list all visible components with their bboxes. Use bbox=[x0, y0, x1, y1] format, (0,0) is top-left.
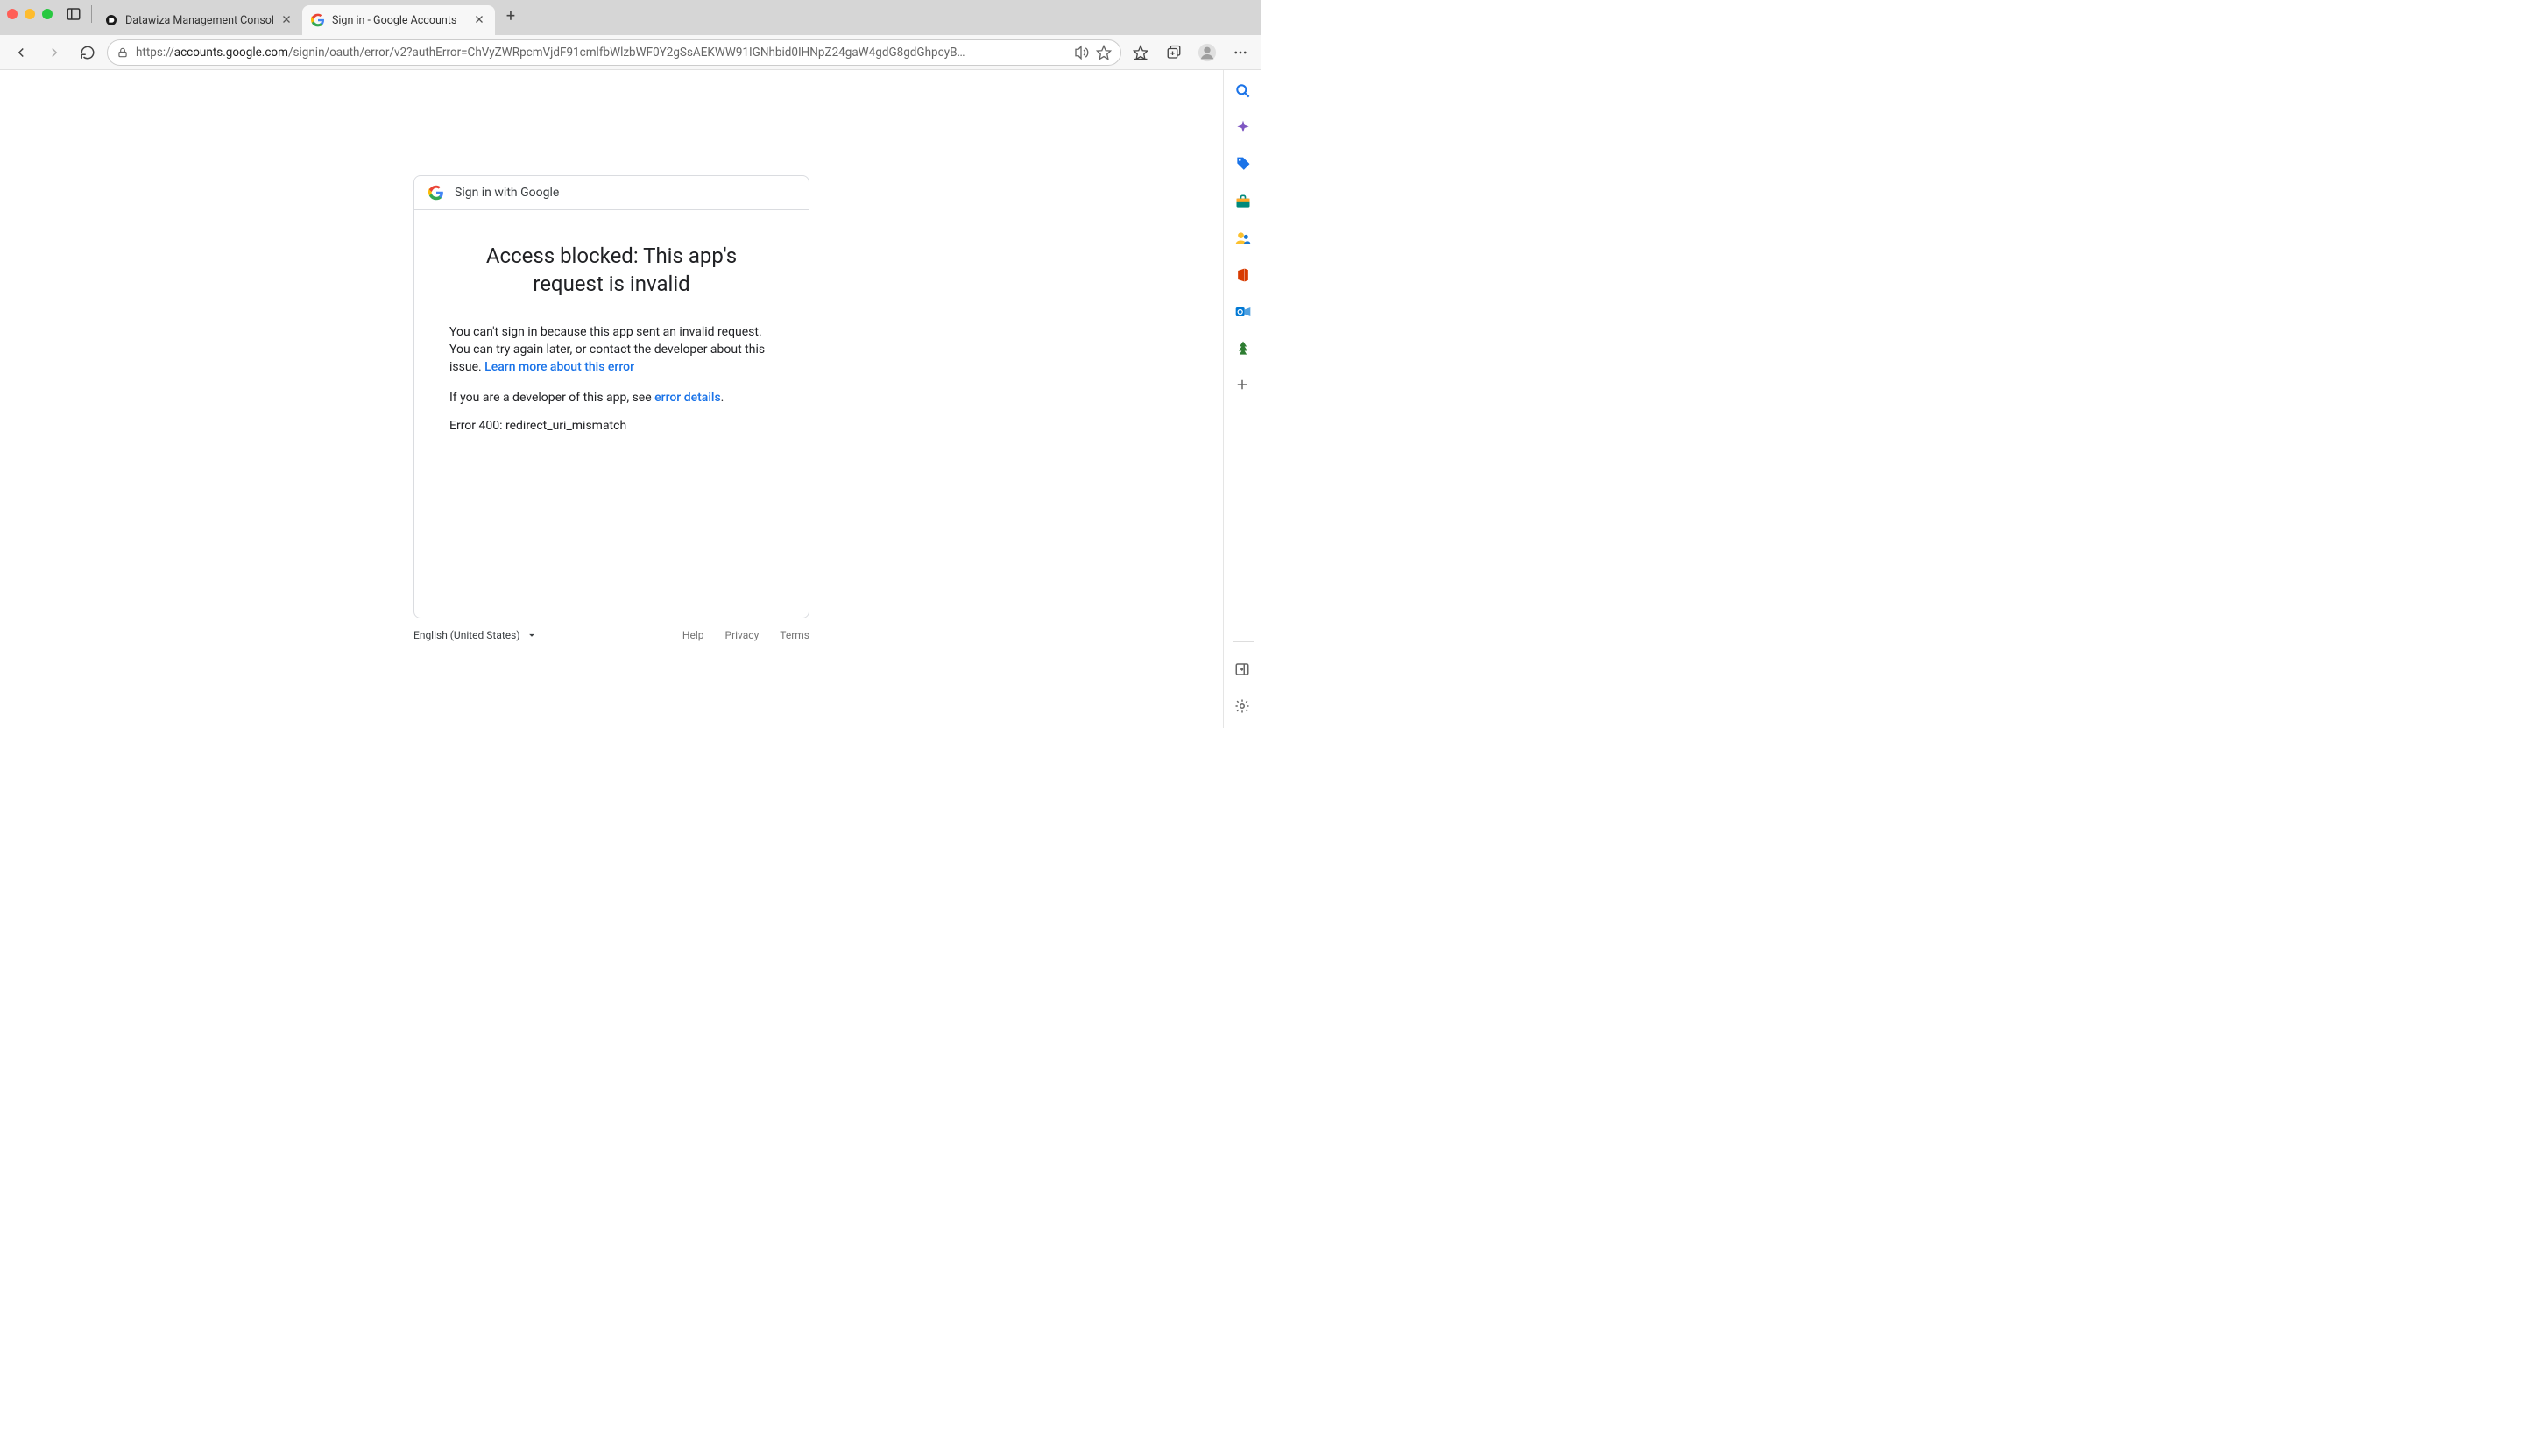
card-paragraph-1: You can't sign in because this app sent … bbox=[449, 323, 774, 377]
briefcase-icon[interactable] bbox=[1234, 193, 1252, 210]
minimize-window-button[interactable] bbox=[25, 9, 35, 19]
error-code: Error 400: redirect_uri_mismatch bbox=[449, 419, 774, 433]
google-signin-card: Sign in with Google Access blocked: This… bbox=[413, 175, 809, 618]
browser-right-sidebar bbox=[1223, 70, 1262, 728]
shopping-tag-icon[interactable] bbox=[1234, 156, 1252, 173]
tab-title: Sign in - Google Accounts bbox=[332, 14, 467, 27]
card-p2-text: If you are a developer of this app, see bbox=[449, 391, 654, 405]
tab-favicon-icon bbox=[311, 13, 325, 27]
card-header: Sign in with Google bbox=[414, 176, 809, 210]
address-bar[interactable]: https://accounts.google.com/signin/oauth… bbox=[107, 39, 1121, 66]
tab-datawiza[interactable]: Datawiza Management Consol bbox=[95, 5, 302, 35]
back-button[interactable] bbox=[7, 39, 35, 67]
page-content: Sign in with Google Access blocked: This… bbox=[0, 70, 1223, 728]
read-aloud-icon[interactable] bbox=[1073, 45, 1089, 60]
settings-gear-icon[interactable] bbox=[1234, 698, 1252, 716]
google-logo-icon bbox=[428, 185, 444, 201]
url-text: https://accounts.google.com/signin/oauth… bbox=[136, 46, 1066, 60]
lock-icon bbox=[117, 46, 129, 59]
collapse-sidebar-icon[interactable] bbox=[1234, 661, 1252, 679]
tree-icon[interactable] bbox=[1234, 340, 1252, 357]
office-icon[interactable] bbox=[1234, 266, 1252, 284]
new-tab-button[interactable]: + bbox=[498, 4, 523, 29]
collections-button[interactable] bbox=[1160, 39, 1188, 67]
language-selector[interactable]: English (United States) bbox=[413, 629, 538, 641]
close-tab-icon[interactable] bbox=[474, 14, 486, 26]
close-tab-icon[interactable] bbox=[281, 14, 293, 26]
more-menu-button[interactable] bbox=[1226, 39, 1254, 67]
language-label: English (United States) bbox=[413, 629, 520, 641]
profile-avatar-button[interactable] bbox=[1193, 39, 1221, 67]
tab-google-signin[interactable]: Sign in - Google Accounts bbox=[302, 5, 495, 35]
browser-tab-strip: Datawiza Management Consol Sign in - Goo… bbox=[0, 0, 1262, 35]
tabs: Datawiza Management Consol Sign in - Goo… bbox=[95, 0, 523, 35]
search-icon[interactable] bbox=[1234, 82, 1252, 100]
favorites-button[interactable] bbox=[1127, 39, 1155, 67]
terms-link[interactable]: Terms bbox=[780, 629, 809, 641]
card-p2-after: . bbox=[721, 391, 724, 405]
divider bbox=[91, 5, 92, 23]
window-controls bbox=[7, 9, 53, 19]
outlook-icon[interactable] bbox=[1234, 303, 1252, 321]
close-window-button[interactable] bbox=[7, 9, 18, 19]
divider bbox=[1233, 641, 1254, 642]
tab-favicon-icon bbox=[104, 13, 118, 27]
card-header-text: Sign in with Google bbox=[455, 186, 559, 200]
maximize-window-button[interactable] bbox=[42, 9, 53, 19]
forward-button[interactable] bbox=[40, 39, 68, 67]
error-details-link[interactable]: error details bbox=[654, 391, 721, 405]
panel-toggle-button[interactable] bbox=[63, 4, 84, 25]
help-link[interactable]: Help bbox=[682, 629, 704, 641]
chevron-down-icon bbox=[526, 629, 538, 641]
card-footer: English (United States) Help Privacy Ter… bbox=[413, 629, 809, 641]
card-paragraph-2: If you are a developer of this app, see … bbox=[449, 389, 774, 406]
footer-links: Help Privacy Terms bbox=[682, 629, 809, 641]
learn-more-link[interactable]: Learn more about this error bbox=[484, 360, 634, 374]
sparkle-icon[interactable] bbox=[1234, 119, 1252, 137]
star-favorite-icon[interactable] bbox=[1096, 45, 1112, 60]
add-sidebar-icon[interactable] bbox=[1234, 377, 1252, 394]
card-title: Access blocked: This app's request is in… bbox=[449, 242, 774, 299]
tab-title: Datawiza Management Consol bbox=[125, 14, 274, 27]
browser-toolbar: https://accounts.google.com/signin/oauth… bbox=[0, 35, 1262, 70]
refresh-button[interactable] bbox=[74, 39, 102, 67]
privacy-link[interactable]: Privacy bbox=[725, 629, 760, 641]
people-icon[interactable] bbox=[1234, 230, 1252, 247]
